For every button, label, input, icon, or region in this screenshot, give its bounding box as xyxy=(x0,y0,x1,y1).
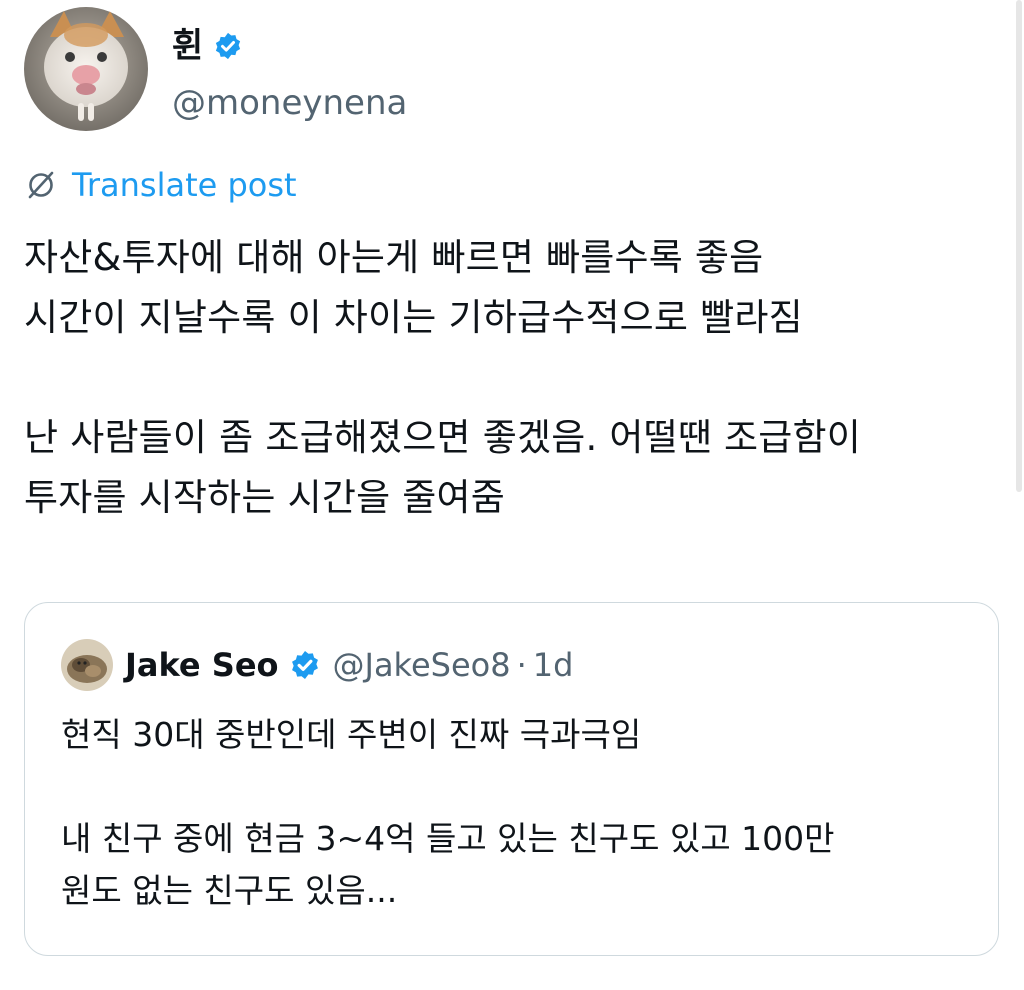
header-separator: · xyxy=(516,646,527,684)
quoted-tweet-header: Jake Seo @JakeSeo8 · 1d xyxy=(61,639,573,691)
quoted-tweet-line xyxy=(61,761,981,813)
tweet-line: 투자를 시작하는 시간을 줄여줌 xyxy=(24,476,506,519)
verified-badge-icon[interactable] xyxy=(213,31,243,61)
author-names: 휜 @moneynena xyxy=(172,18,407,120)
quoted-tweet-card[interactable]: Jake Seo @JakeSeo8 · 1d 현직 30대 중반인데 주변이 … xyxy=(24,602,999,956)
author-handle[interactable]: @moneynena xyxy=(172,86,407,120)
translate-post-button[interactable]: Translate post xyxy=(24,168,297,202)
display-name-row: 휜 xyxy=(172,18,407,74)
translate-post-label: Translate post xyxy=(72,166,297,204)
quoted-author-avatar[interactable] xyxy=(61,639,113,691)
quoted-tweet-body: 현직 30대 중반인데 주변이 진짜 극과극임 내 친구 중에 현금 3~4억 … xyxy=(61,709,981,917)
quoted-author-display-name[interactable]: Jake Seo xyxy=(125,649,279,681)
translate-globe-icon xyxy=(24,168,58,202)
tweet-line: 시간이 지날수록 이 차이는 기하급수적으로 빨라짐 xyxy=(24,296,803,339)
tweet-line: 자산&투자에 대해 아는게 빠르면 빠를수록 좋음 xyxy=(24,236,764,279)
tweet-line xyxy=(24,348,1014,408)
quoted-tweet-line: 현직 30대 중반인데 주변이 진짜 극과극임 xyxy=(61,715,642,754)
quoted-tweet-line: 내 친구 중에 현금 3~4억 들고 있는 친구도 있고 100만 xyxy=(61,819,835,858)
scrollbar[interactable] xyxy=(1016,0,1022,492)
author-avatar[interactable] xyxy=(24,7,148,131)
tweet-body: 자산&투자에 대해 아는게 빠르면 빠를수록 좋음 시간이 지날수록 이 차이는… xyxy=(24,228,1014,528)
quoted-tweet-line: 원도 없는 친구도 있음... xyxy=(61,871,398,910)
tweet-line: 난 사람들이 좀 조급해졌으면 좋겠음. 어떨땐 조급함이 xyxy=(24,416,862,459)
author-display-name[interactable]: 휜 xyxy=(172,29,203,63)
verified-badge-icon[interactable] xyxy=(289,649,321,681)
quoted-author-handle[interactable]: @JakeSeo8 xyxy=(333,649,511,681)
quoted-tweet-timestamp[interactable]: 1d xyxy=(533,649,574,681)
tweet-author-header: 휜 @moneynena xyxy=(24,7,407,131)
